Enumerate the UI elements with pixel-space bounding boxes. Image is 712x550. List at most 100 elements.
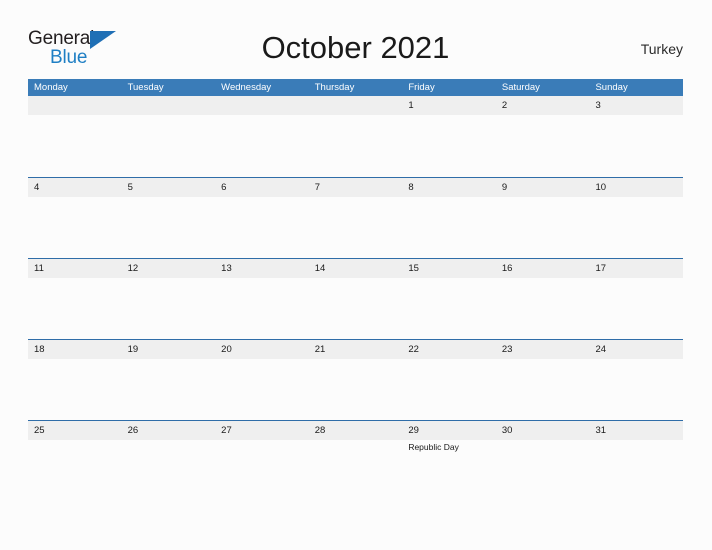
day-number: 4 [34,182,40,193]
event-cell[interactable] [28,278,122,339]
weekday-thursday: Thursday [314,82,355,93]
day-cell[interactable]: 24 [589,340,683,359]
day-cell[interactable]: 25 [28,421,122,440]
event-cell[interactable] [589,359,683,420]
event-cell[interactable] [589,115,683,176]
day-cell[interactable]: 29 [402,421,496,440]
event-cell[interactable] [589,278,683,339]
day-cell[interactable]: 4 [28,178,122,197]
day-cell[interactable]: 15 [402,259,496,278]
day-cell[interactable]: 28 [309,421,403,440]
day-cell[interactable]: 27 [215,421,309,440]
event-cell[interactable] [496,197,590,258]
day-cell[interactable]: 2 [496,96,590,115]
day-cell[interactable]: 17 [589,259,683,278]
day-number: 23 [501,344,513,355]
event-cell[interactable] [122,115,216,176]
event-cell[interactable] [122,359,216,420]
day-number: 20 [221,344,232,355]
day-number: 5 [127,182,133,193]
event-cell[interactable] [28,115,122,176]
day-number: 12 [127,263,139,274]
week-row: 25 26 27 28 29 30 31 Republic Day [28,420,683,501]
day-cell[interactable]: 16 [496,259,590,278]
day-cell[interactable]: 13 [215,259,309,278]
day-cell[interactable]: 22 [402,340,496,359]
day-number: 31 [595,425,607,436]
event-cell[interactable] [402,197,496,258]
event-cell[interactable] [122,440,216,501]
event-cell[interactable] [496,115,590,176]
event-cell[interactable] [215,359,309,420]
event-cell[interactable] [28,440,122,501]
day-cell[interactable]: 26 [122,421,216,440]
day-cell[interactable]: 8 [402,178,496,197]
event-cell[interactable] [589,197,683,258]
event-cell[interactable] [215,115,309,176]
day-cell[interactable]: 20 [215,340,309,359]
event-cell[interactable] [309,278,403,339]
event-cell[interactable] [402,278,496,339]
day-cell[interactable]: 10 [589,178,683,197]
day-cell[interactable] [28,96,122,115]
day-number: 30 [501,425,513,436]
day-number: 2 [501,100,508,111]
event-label-republic-day: Republic Day [408,442,459,452]
event-cell[interactable] [122,278,216,339]
weekday-tuesday: Tuesday [127,82,164,93]
week-row: 4 5 6 7 8 9 10 [28,177,683,258]
event-cell[interactable] [496,359,590,420]
day-cell[interactable]: 18 [28,340,122,359]
day-cell[interactable]: 31 [589,421,683,440]
day-number: 14 [314,263,326,274]
day-cell[interactable]: 9 [496,178,590,197]
day-number: 11 [34,263,44,274]
week-event-band [28,278,683,339]
day-cell[interactable] [122,96,216,115]
event-cell[interactable] [589,440,683,501]
event-cell[interactable] [215,278,309,339]
page-title: October 2021 [261,30,450,65]
week-date-band: 18 19 20 21 22 23 24 [28,340,683,359]
day-cell[interactable]: 14 [309,259,403,278]
event-cell[interactable]: Republic Day [402,440,496,501]
calendar-page: General Blue October 2021 Turkey Monday … [0,0,712,550]
event-cell[interactable] [309,359,403,420]
event-cell[interactable] [215,197,309,258]
week-date-band: 1 2 3 [28,96,683,115]
day-number: 28 [314,425,326,436]
event-cell[interactable] [496,278,590,339]
event-cell[interactable] [402,359,496,420]
weekday-sunday: Sunday [595,82,628,93]
day-cell[interactable]: 11 [28,259,122,278]
event-cell[interactable] [122,197,216,258]
week-row: 18 19 20 21 22 23 24 [28,339,683,420]
day-number: 27 [221,425,232,436]
event-cell[interactable] [402,115,496,176]
day-cell[interactable]: 23 [496,340,590,359]
event-cell[interactable] [309,440,403,501]
day-cell[interactable]: 19 [122,340,216,359]
day-cell[interactable]: 12 [122,259,216,278]
event-cell[interactable] [309,197,403,258]
weekday-monday: Monday [34,82,68,93]
day-cell[interactable]: 3 [589,96,683,115]
event-cell[interactable] [215,440,309,501]
day-cell[interactable]: 30 [496,421,590,440]
day-number: 16 [501,263,513,274]
page-header: General Blue October 2021 Turkey [28,26,683,72]
day-cell[interactable]: 6 [215,178,309,197]
day-cell[interactable]: 1 [402,96,496,115]
event-cell[interactable] [309,115,403,176]
weekday-wednesday: Wednesday [221,82,272,93]
event-cell[interactable] [28,359,122,420]
day-cell[interactable]: 7 [309,178,403,197]
event-cell[interactable] [496,440,590,501]
event-cell[interactable] [28,197,122,258]
day-cell[interactable] [309,96,403,115]
day-number: 17 [595,263,607,274]
day-cell[interactable]: 21 [309,340,403,359]
day-cell[interactable] [215,96,309,115]
week-event-band [28,115,683,176]
day-cell[interactable]: 5 [122,178,216,197]
